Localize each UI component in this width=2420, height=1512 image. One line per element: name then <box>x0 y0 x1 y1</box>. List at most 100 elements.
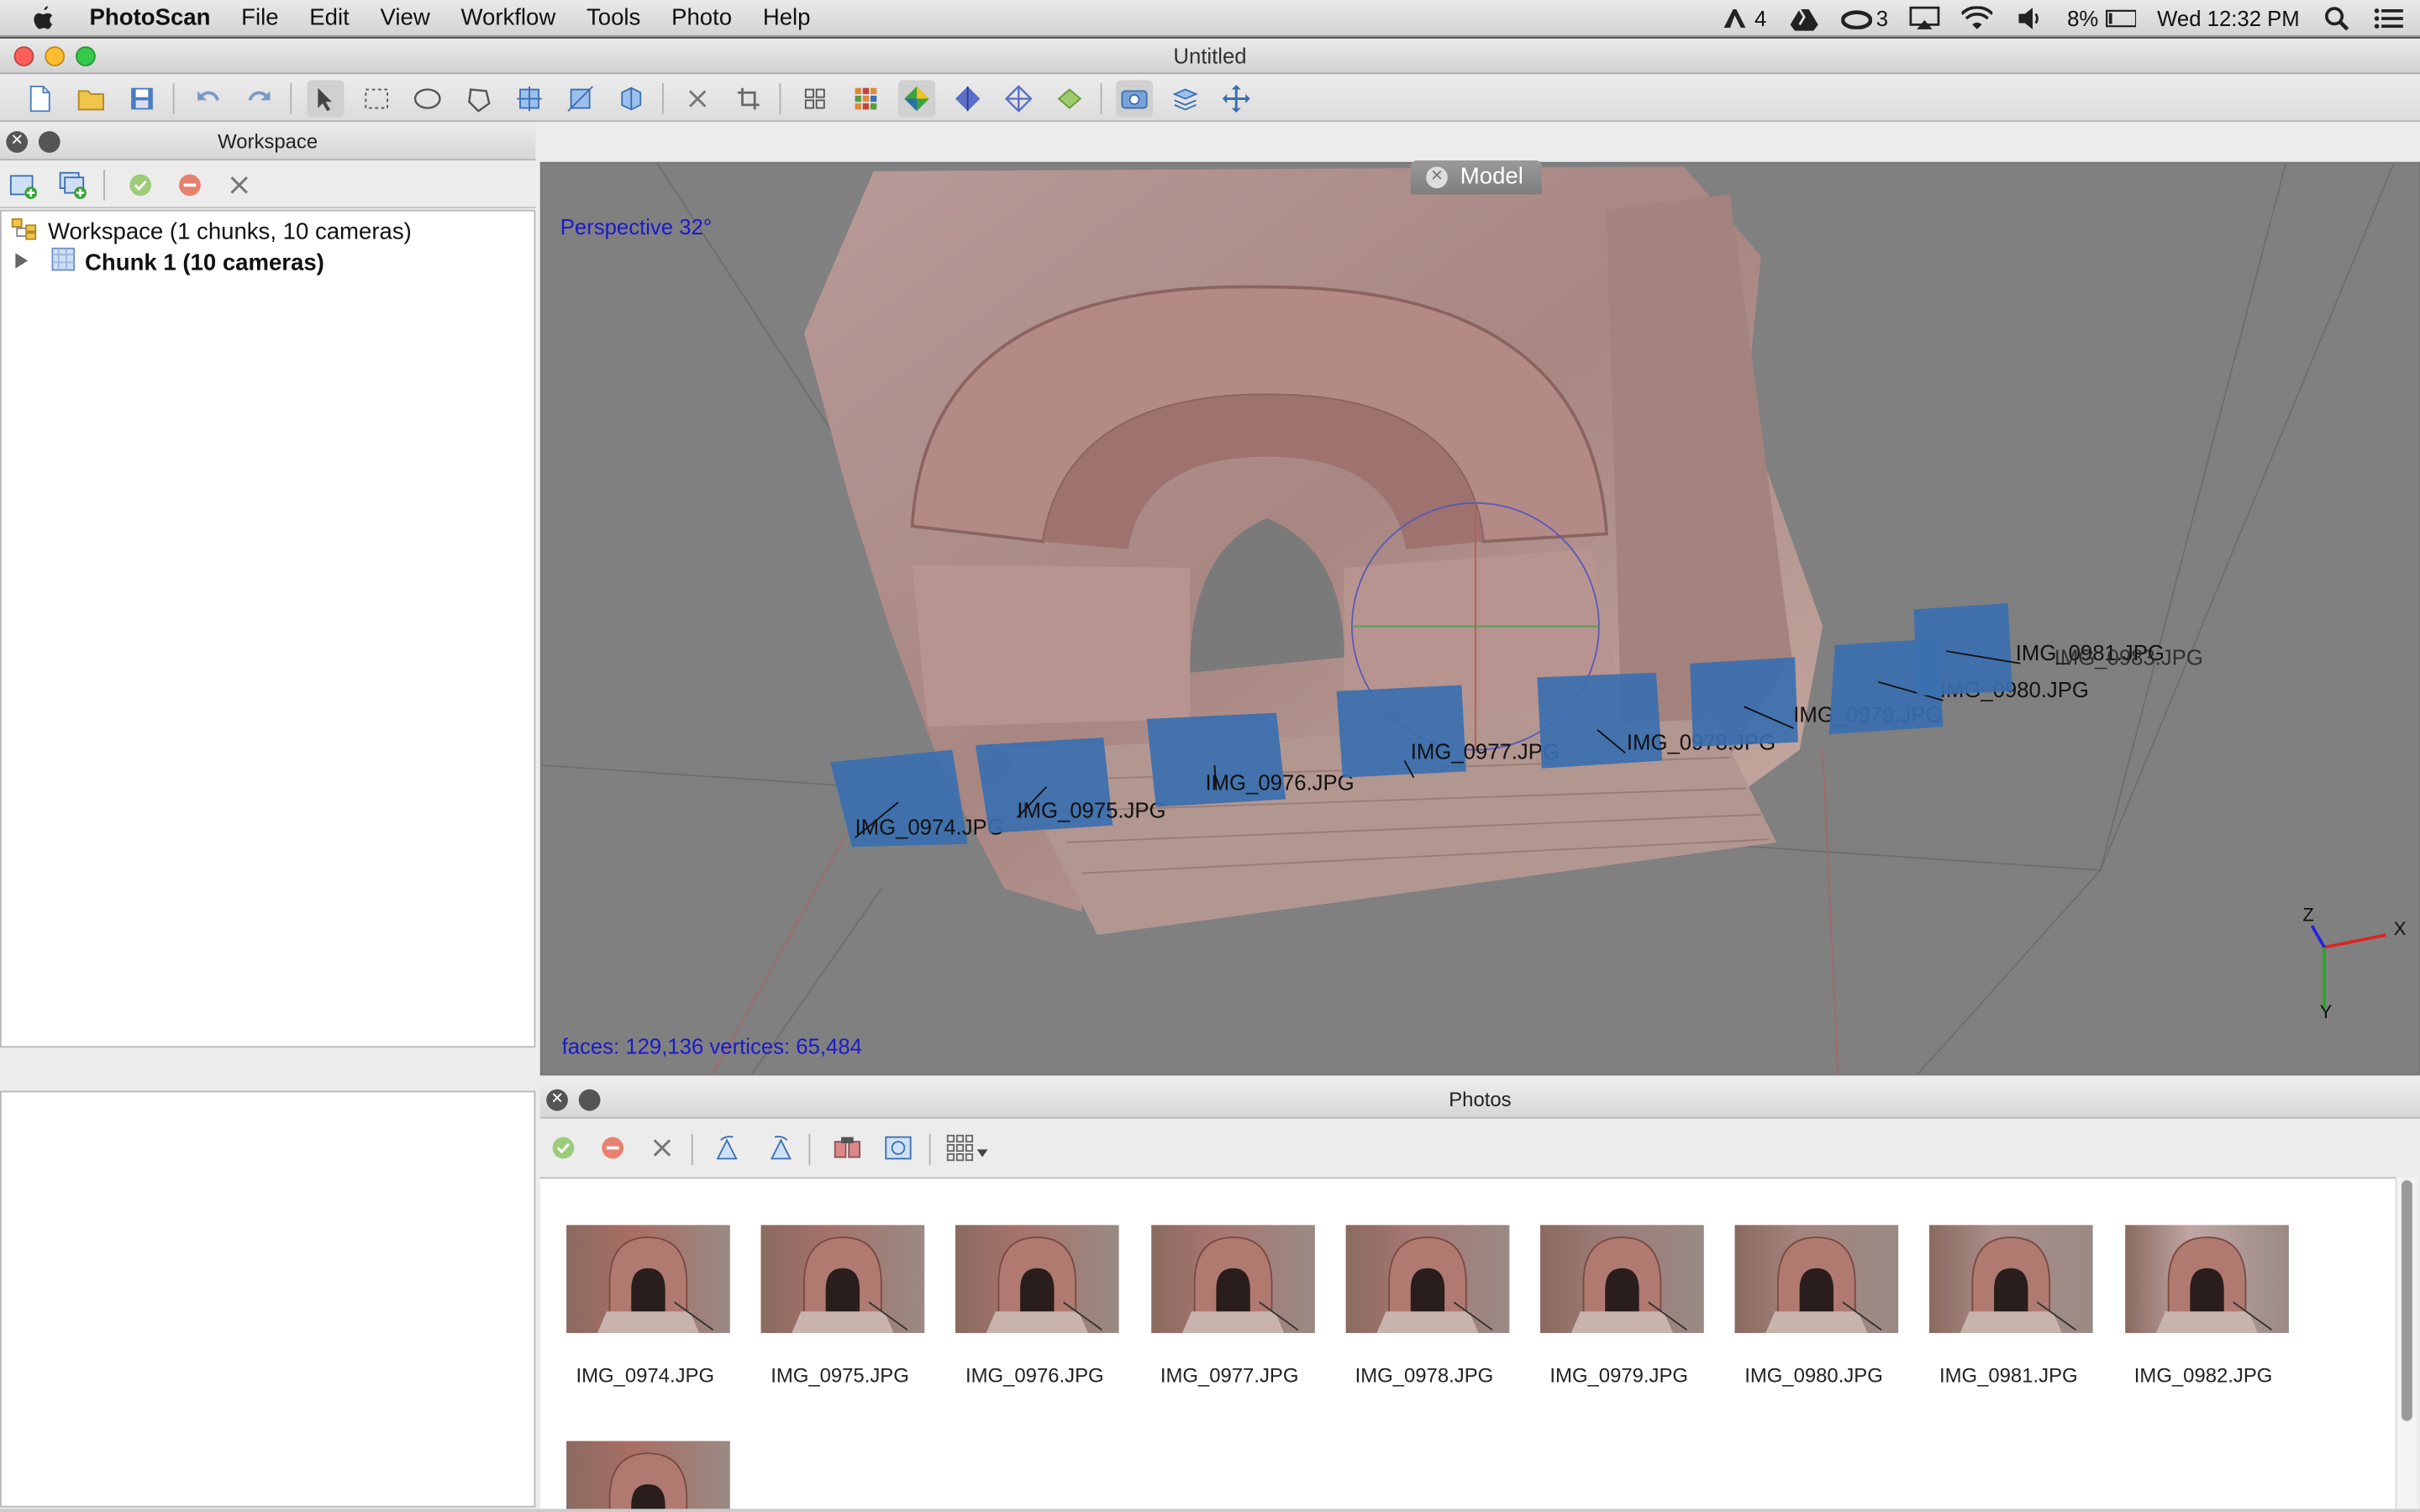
crop-selection-icon[interactable] <box>730 81 767 118</box>
add-photos-icon[interactable] <box>54 166 91 203</box>
show-points-icon[interactable] <box>797 81 834 118</box>
photo-thumbnail[interactable] <box>1929 1225 2094 1334</box>
close-tab-icon[interactable]: ✕ <box>1426 166 1448 189</box>
new-document-icon[interactable] <box>22 81 59 118</box>
adobe-status[interactable]: 4 <box>1719 6 1766 31</box>
remove-photo-icon[interactable] <box>644 1129 681 1166</box>
menu-help[interactable]: Help <box>763 5 811 31</box>
disclosure-triangle-icon[interactable] <box>14 249 29 276</box>
enable-camera-icon[interactable] <box>544 1129 581 1166</box>
image-quality-icon[interactable] <box>880 1129 917 1166</box>
circle-selection-icon[interactable] <box>409 81 446 118</box>
axis-z-label: Z <box>2302 905 2313 926</box>
rectangle-selection-icon[interactable] <box>358 81 395 118</box>
resize-region-icon[interactable] <box>562 81 599 118</box>
menu-workflow[interactable]: Workflow <box>460 5 555 31</box>
model-wireframe-icon[interactable] <box>1000 81 1037 118</box>
show-cameras-icon[interactable] <box>1115 80 1154 118</box>
show-region-icon[interactable] <box>1167 81 1204 118</box>
airplay-icon[interactable] <box>1910 6 1941 30</box>
open-folder-icon[interactable] <box>72 81 109 118</box>
model-shaded-icon[interactable] <box>950 81 986 118</box>
camera-label: IMG_0983.JPG <box>2054 647 2203 670</box>
enable-camera-icon[interactable] <box>122 166 159 203</box>
rotate-region-icon[interactable] <box>613 81 650 118</box>
photo-label: IMG_0975.JPG <box>771 1363 909 1388</box>
camera-label: IMG_0976.JPG <box>1205 771 1354 795</box>
zoom-window-button[interactable] <box>76 46 96 66</box>
chunk-icon <box>51 247 76 278</box>
edit-mask-icon[interactable] <box>829 1129 865 1166</box>
save-icon[interactable] <box>124 81 160 118</box>
move-region-icon[interactable] <box>511 81 548 118</box>
close-panel-icon[interactable]: ✕ <box>6 131 29 153</box>
rotate-left-icon[interactable] <box>710 1129 747 1166</box>
disable-camera-icon[interactable] <box>594 1129 631 1166</box>
menu-file[interactable]: File <box>241 5 278 31</box>
close-window-button[interactable] <box>13 46 34 66</box>
photo-thumbnail[interactable] <box>955 1225 1120 1334</box>
model-viewport[interactable]: IMG_0974.JPG IMG_0975.JPG IMG_0976.JPG IMG_… <box>539 161 2420 1076</box>
delete-selection-icon[interactable] <box>679 81 716 118</box>
wifi-icon[interactable] <box>1962 6 1993 30</box>
view-mode-icon[interactable] <box>944 1129 991 1166</box>
redo-icon[interactable] <box>241 81 278 118</box>
photos-scrollbar[interactable] <box>2395 1177 2417 1509</box>
model-solid-icon[interactable] <box>897 80 936 118</box>
camera-plane[interactable] <box>1913 603 2013 696</box>
google-drive-icon[interactable] <box>1788 6 1819 30</box>
photo-thumbnail[interactable] <box>566 1225 730 1334</box>
clock[interactable]: Wed 12:32 PM <box>2157 6 2300 30</box>
creative-cloud-status[interactable]: 3 <box>1840 6 1888 31</box>
properties-pane <box>0 1090 536 1508</box>
dense-cloud-icon[interactable] <box>847 81 884 118</box>
photo-label: IMG_0978.JPG <box>1355 1363 1494 1388</box>
photo-label: IMG_0979.JPG <box>1549 1363 1689 1388</box>
window-titlebar: Untitled <box>0 38 2420 75</box>
photos-panel: ✕ Photos IMG_0974.JPG IMG_0975.JPG IMG_097… <box>539 1081 2420 1512</box>
remove-item-icon[interactable] <box>221 166 258 203</box>
navigation-pointer-icon[interactable] <box>307 80 345 118</box>
screen: PhotoScan File Edit View Workflow Tools … <box>0 0 2420 1512</box>
free-form-selection-icon[interactable] <box>460 81 497 118</box>
volume-icon[interactable] <box>2015 6 2046 30</box>
add-chunk-icon[interactable] <box>5 166 42 203</box>
photo-thumbnail[interactable] <box>1345 1225 1509 1334</box>
workspace-panel: ✕ Workspace Workspace (1 chunks, 10 came… <box>0 123 536 1508</box>
photo-thumbnail[interactable] <box>1150 1225 1315 1334</box>
menu-tools[interactable]: Tools <box>587 5 640 31</box>
model-tab[interactable]: ✕ Model <box>1410 160 1542 195</box>
menu-view[interactable]: View <box>381 5 430 31</box>
adobe-icon <box>1719 6 1750 30</box>
projection-readout: Perspective 32° <box>560 214 713 239</box>
spotlight-search-icon[interactable] <box>2321 6 2352 31</box>
minimize-window-button[interactable] <box>45 46 66 66</box>
camera-plane[interactable] <box>1690 657 1798 747</box>
float-panel-icon[interactable] <box>38 131 60 153</box>
scrollbar-thumb[interactable] <box>2401 1180 2412 1421</box>
disable-camera-icon[interactable] <box>171 166 208 203</box>
menu-edit[interactable]: Edit <box>309 5 349 31</box>
float-panel-icon[interactable] <box>578 1089 601 1111</box>
photo-thumbnail[interactable] <box>760 1225 925 1334</box>
status-bar <box>0 1509 2420 1512</box>
photo-thumbnail[interactable] <box>2124 1225 2289 1334</box>
chunk-item[interactable]: Chunk 1 (10 cameras) <box>14 247 324 278</box>
notification-center-icon[interactable] <box>2374 6 2405 30</box>
model-textured-icon[interactable] <box>1051 81 1088 118</box>
photo-label: IMG_0977.JPG <box>1160 1363 1299 1388</box>
undo-icon[interactable] <box>190 81 227 118</box>
workspace-root-item[interactable]: Workspace (1 chunks, 10 cameras) <box>11 216 412 247</box>
photo-thumbnail[interactable] <box>1540 1225 1704 1334</box>
reset-view-icon[interactable] <box>1218 81 1255 118</box>
close-panel-icon[interactable]: ✕ <box>546 1089 568 1111</box>
apple-icon[interactable] <box>31 4 65 32</box>
battery-status[interactable]: 8% <box>2067 6 2136 31</box>
menu-app-name[interactable]: PhotoScan <box>90 5 211 31</box>
rotate-right-icon[interactable] <box>761 1129 798 1166</box>
photo-thumbnail[interactable] <box>1734 1225 1899 1334</box>
photo-label: IMG_0982.JPG <box>2133 1363 2273 1388</box>
axis-y-label: Y <box>2320 1001 2333 1022</box>
menu-photo[interactable]: Photo <box>671 5 732 31</box>
photo-thumbnail[interactable] <box>566 1441 730 1509</box>
